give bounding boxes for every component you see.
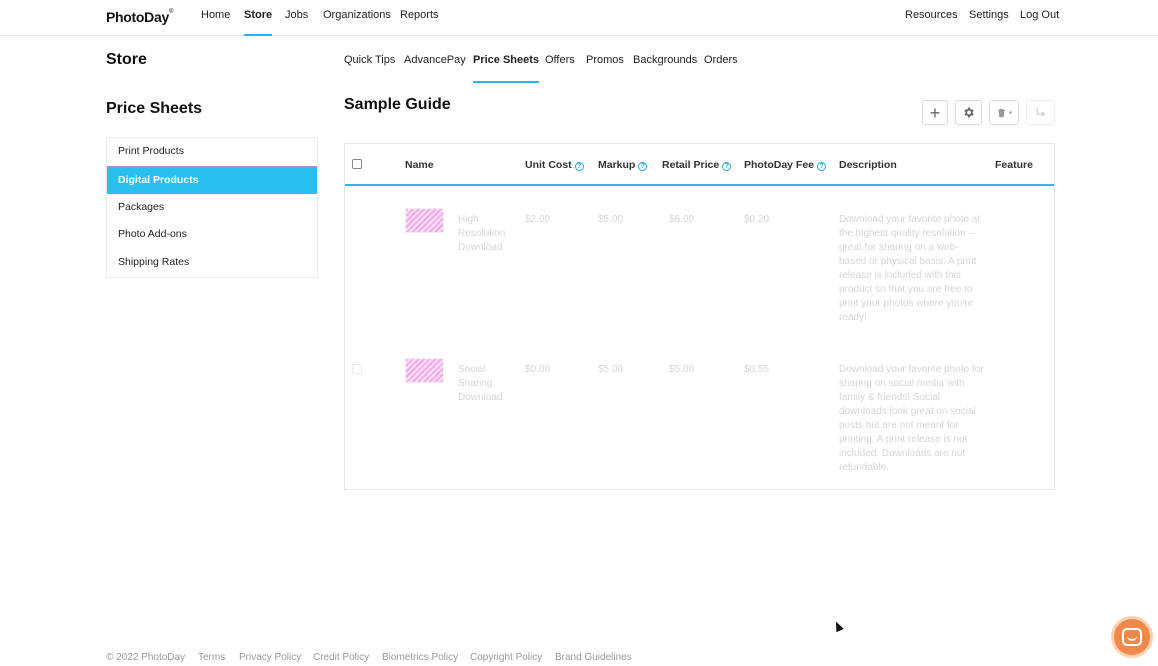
markup: $5.00 (598, 364, 624, 375)
arrow-turn-right-icon (1036, 107, 1045, 117)
sidebar-item-print-products[interactable]: Print Products (107, 138, 317, 166)
markup: $5.00 (598, 214, 624, 225)
nav-reports[interactable]: Reports (400, 9, 439, 36)
help-icon[interactable]: ? (574, 162, 584, 171)
footer-copyright: © 2022 PhotoDay (106, 652, 186, 663)
chat-launcher-button[interactable] (1111, 616, 1153, 658)
retail-price: $5.00 (669, 364, 695, 375)
nav-home[interactable]: Home (201, 9, 230, 36)
add-button[interactable]: + (922, 100, 948, 125)
unit-cost: $2.00 (525, 214, 551, 225)
tab-offers[interactable]: Offers (545, 54, 575, 83)
nav-settings[interactable]: Settings (969, 9, 1009, 36)
help-icon[interactable]: ? (638, 162, 648, 171)
product-thumbnail (405, 358, 444, 383)
trash-icon (997, 108, 1005, 117)
export-button[interactable] (1026, 100, 1055, 125)
chat-icon (1122, 628, 1142, 646)
sidebar-item-shipping-rates[interactable]: Shipping Rates (107, 249, 317, 277)
help-icon[interactable]: ? (722, 162, 732, 171)
column-markup[interactable]: Markup? (598, 159, 648, 171)
retail-price: $6.00 (669, 214, 695, 225)
column-name[interactable]: Name (405, 159, 434, 171)
top-navbar: PhotoDay® Home Store Jobs Organizations … (0, 0, 1158, 36)
help-icon[interactable]: ? (817, 162, 827, 171)
footer-link-biometrics-policy[interactable]: Biometrics Policy (382, 652, 458, 663)
settings-button[interactable] (955, 100, 982, 125)
footer-link-copyright-policy[interactable]: Copyright Policy (470, 652, 542, 663)
photoday-logo[interactable]: PhotoDay® (106, 9, 173, 25)
photoday-fee: $0.20 (744, 214, 770, 225)
table-header: Name Unit Cost? Markup? Retail Price? Ph… (345, 144, 1054, 186)
tab-backgrounds[interactable]: Backgrounds (633, 54, 697, 83)
price-sheet-sidebar: Print Products Digital Products Packages… (106, 137, 318, 278)
nav-organizations[interactable]: Organizations (323, 9, 391, 36)
table-row[interactable]: Social Sharing Download $0.00 $5.00 $5.0… (345, 356, 1054, 486)
footer-link-privacy-policy[interactable]: Privacy Policy (239, 652, 301, 663)
nav-jobs[interactable]: Jobs (285, 9, 308, 36)
price-sheets-title: Price Sheets (106, 100, 203, 117)
column-unit-cost[interactable]: Unit Cost? (525, 159, 584, 171)
tab-promos[interactable]: Promos (586, 54, 624, 83)
nav-resources[interactable]: Resources (905, 9, 958, 36)
table-row[interactable]: High Resolution Download $2.00 $5.00 $6.… (345, 206, 1054, 346)
unit-cost: $0.00 (525, 364, 551, 375)
column-retail-price[interactable]: Retail Price? (662, 159, 732, 171)
product-thumbnail (405, 208, 444, 233)
mouse-cursor-icon (832, 619, 844, 633)
footer-link-terms[interactable]: Terms (198, 652, 225, 663)
column-photoday-fee[interactable]: PhotoDay Fee? (744, 159, 827, 171)
delete-dropdown-button[interactable]: ▾ (989, 100, 1019, 125)
nav-log-out[interactable]: Log Out (1020, 9, 1059, 36)
product-description: Download your favorite photo for sharing… (839, 364, 984, 473)
sidebar-item-digital-products[interactable]: Digital Products (107, 165, 317, 194)
price-sheet-table: Name Unit Cost? Markup? Retail Price? Ph… (344, 143, 1055, 490)
product-description: Download your favorite photo at the high… (839, 214, 981, 323)
tab-orders[interactable]: Orders (704, 54, 738, 83)
photoday-fee: $0.55 (744, 364, 770, 375)
product-name[interactable]: High Resolution Download (458, 213, 516, 255)
gear-icon (964, 107, 974, 118)
footer-link-credit-policy[interactable]: Credit Policy (313, 652, 369, 663)
column-feature: Feature (995, 159, 1033, 171)
sidebar-item-packages[interactable]: Packages (107, 194, 317, 222)
store-title: Store (106, 51, 147, 68)
plus-icon: + (929, 102, 941, 123)
tab-price-sheets[interactable]: Price Sheets (473, 54, 540, 83)
product-name[interactable]: Social Sharing Download (458, 363, 516, 405)
nav-store[interactable]: Store (244, 9, 273, 36)
page-title: Sample Guide (344, 96, 451, 113)
tab-advancepay[interactable]: AdvancePay (404, 54, 466, 83)
tab-quick-tips[interactable]: Quick Tips (344, 54, 395, 83)
footer-link-brand-guidelines[interactable]: Brand Guidelines (555, 652, 632, 663)
chevron-down-icon: ▾ (1008, 109, 1013, 117)
column-description: Description (839, 159, 897, 171)
row-checkbox[interactable] (352, 364, 362, 374)
select-all-checkbox[interactable] (352, 159, 362, 169)
sidebar-item-photo-add-ons[interactable]: Photo Add-ons (107, 221, 317, 249)
